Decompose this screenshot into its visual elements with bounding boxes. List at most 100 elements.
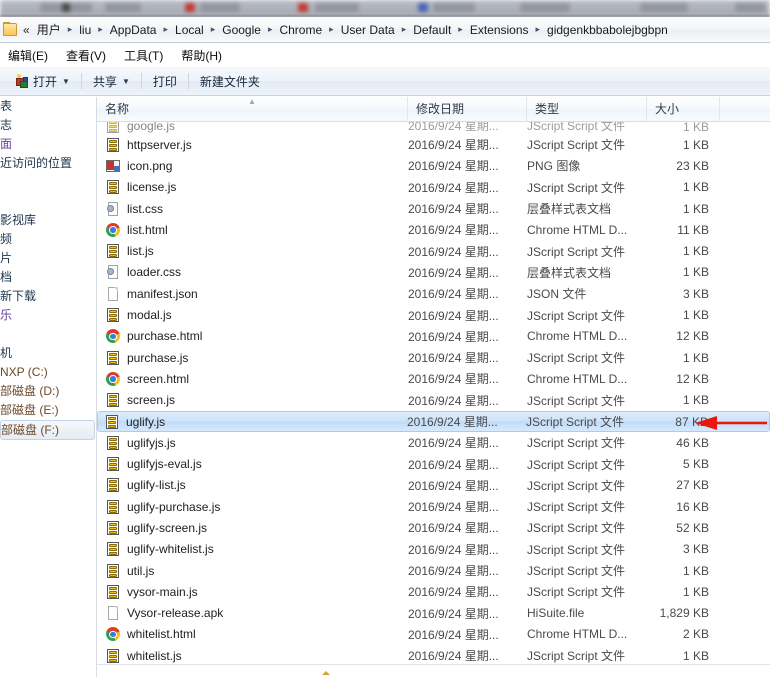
nav-item-5[interactable] [0,192,97,211]
menu-edit[interactable]: 编辑(E) [0,45,56,66]
column-header-type[interactable]: 类型 [527,97,647,122]
breadcrumb-item-9[interactable]: gidgenkbbabolejbgbpn [544,22,671,38]
file-name-label: purchase.html [127,329,203,344]
nav-item-15[interactable]: 部磁盘 (D:) [0,382,97,401]
cell-type: Chrome HTML D... [527,222,628,237]
cell-size: 1 KB [682,265,709,280]
column-header-date[interactable]: 修改日期 [408,97,527,122]
nav-item-14[interactable]: NXP (C:) [0,363,97,382]
breadcrumb-item-5[interactable]: Chrome [276,22,325,38]
cell-date: 2016/9/24 星期... [408,159,499,174]
table-row[interactable]: whitelist.html 2016/9/24 星期... Chrome HTML… [97,624,770,645]
nav-item-13[interactable]: 机 [0,344,97,363]
table-row[interactable]: modal.js 2016/9/24 星期... JScript Script 文件… [97,304,770,325]
breadcrumb-item-8[interactable]: Extensions [467,22,532,38]
table-row[interactable]: list.html 2016/9/24 星期... Chrome HTML D...… [97,219,770,240]
chrome-html-icon [105,328,121,344]
folder-icon [2,22,19,37]
nav-item-7[interactable]: 频 [0,230,97,249]
nav-item-label: 志 [0,118,13,132]
breadcrumb-item-4[interactable]: Google [219,22,264,38]
nav-item-label: 频 [0,232,13,246]
share-button[interactable]: 共享 ▼ [85,70,138,93]
chevron-right-icon-6[interactable]: ▸ [398,24,411,35]
menu-tools[interactable]: 工具(T) [116,45,171,66]
breadcrumb-item-1[interactable]: liu [76,22,94,38]
nav-item-16[interactable]: 部磁盘 (E:) [0,401,97,420]
jscript-file-icon [105,563,121,579]
column-header-name[interactable]: ▲ 名称 [97,97,408,122]
table-row[interactable]: vysor-main.js 2016/9/24 星期... JScript Scri… [97,581,770,602]
chevron-right-icon-1[interactable]: ▸ [94,24,107,35]
chevron-right-icon-5[interactable]: ▸ [325,24,338,35]
table-row[interactable]: manifest.json 2016/9/24 星期... JSON 文件 3 KB [97,283,770,304]
table-row[interactable]: uglify-whitelist.js 2016/9/24 星期... JScrip… [97,539,770,560]
nav-item-10[interactable]: 新下载 [0,287,97,306]
table-row[interactable]: uglify-purchase.js 2016/9/24 星期... JScript… [97,496,770,517]
table-row[interactable]: list.js 2016/9/24 星期... JScript Script 文件 1… [97,240,770,261]
png-image-icon [105,158,121,174]
breadcrumb-overflow-icon[interactable]: « [21,23,34,37]
cell-name: loader.css [97,264,408,280]
chevron-right-icon-7[interactable]: ▸ [454,24,467,35]
nav-item-12[interactable] [0,325,97,344]
nav-item-0[interactable]: 表 [0,97,97,116]
breadcrumb-item-0[interactable]: 用户 [34,20,64,39]
nav-item-3[interactable]: 近访问的位置 [0,154,97,173]
chevron-right-icon-8[interactable]: ▸ [532,24,545,35]
cell-date: 2016/9/24 星期... [408,308,499,323]
cell-size: 27 KB [676,478,709,493]
table-row[interactable]: uglifyjs.js 2016/9/24 星期... JScript Script… [97,432,770,453]
nav-item-4[interactable] [0,173,97,192]
table-row[interactable]: uglifyjs-eval.js 2016/9/24 星期... JScript S… [97,453,770,474]
chevron-down-icon-open[interactable]: ▼ [62,77,70,86]
chevron-down-icon-share[interactable]: ▼ [122,77,130,86]
chevron-right-icon-2[interactable]: ▸ [159,24,172,35]
nav-item-1[interactable]: 志 [0,116,97,135]
table-row[interactable]: httpserver.js 2016/9/24 星期... JScript Scri… [97,134,770,155]
table-row[interactable]: screen.html 2016/9/24 星期... Chrome HTML D.… [97,368,770,389]
table-row[interactable]: uglify-screen.js 2016/9/24 星期... JScript S… [97,517,770,538]
breadcrumb-item-6[interactable]: User Data [338,22,398,38]
cell-type: JScript Script 文件 [527,436,626,451]
chevron-right-icon-3[interactable]: ▸ [207,24,220,35]
table-row[interactable]: Vysor-release.apk 2016/9/24 星期... HiSuite.… [97,603,770,624]
menu-view[interactable]: 查看(V) [58,45,114,66]
table-row[interactable]: purchase.html 2016/9/24 星期... Chrome HTML … [97,326,770,347]
cell-date: 2016/9/24 星期... [408,542,499,557]
nav-item-6[interactable]: 影视库 [0,211,97,230]
table-row[interactable]: list.css 2016/9/24 星期... 层叠样式表文档 1 KB [97,198,770,219]
menu-help[interactable]: 帮助(H) [173,45,230,66]
table-row[interactable]: icon.png 2016/9/24 星期... PNG 图像 23 KB [97,155,770,176]
nav-item-9[interactable]: 档 [0,268,97,287]
open-button[interactable]: 打开 ▼ [6,70,78,93]
table-row[interactable]: license.js 2016/9/24 星期... JScript Script … [97,177,770,198]
cell-type: JScript Script 文件 [526,415,625,429]
breadcrumb-item-7[interactable]: Default [410,22,454,38]
table-row[interactable]: google.js 2016/9/24 星期... JScript Script 文… [97,122,770,134]
nav-item-2[interactable]: 面 [0,135,97,154]
cell-size: 1 KB [682,584,709,599]
cell-name: google.js [97,122,408,134]
column-header-size[interactable]: 大小 [647,97,720,122]
print-button[interactable]: 打印 [145,70,185,93]
chevron-right-icon-0[interactable]: ▸ [64,24,77,35]
cell-size: 23 KB [676,158,709,173]
address-bar[interactable]: « 用户 ▸ liu ▸ AppData ▸ Local ▸ Google ▸ … [0,17,770,43]
breadcrumb-item-2[interactable]: AppData [107,22,160,38]
table-row[interactable]: uglify-list.js 2016/9/24 星期... JScript Scr… [97,475,770,496]
breadcrumb-item-3[interactable]: Local [172,22,207,38]
cell-size: 1 KB [682,308,709,323]
table-row[interactable]: util.js 2016/9/24 星期... JScript Script 文件 1… [97,560,770,581]
nav-item-17[interactable]: 部磁盘 (F:) [0,420,95,440]
nav-item-11[interactable]: 乐 [0,306,97,325]
new-folder-button[interactable]: 新建文件夹 [192,70,268,93]
table-row[interactable]: screen.js 2016/9/24 星期... JScript Script 文… [97,390,770,411]
cell-size: 52 KB [676,520,709,535]
table-row[interactable]: uglify.js 2016/9/24 星期... JScript Script 文… [97,410,770,433]
nav-item-8[interactable]: 片 [0,249,97,268]
table-row[interactable]: loader.css 2016/9/24 星期... 层叠样式表文档 1 KB [97,262,770,283]
chevron-right-icon-4[interactable]: ▸ [264,24,277,35]
table-row[interactable]: purchase.js 2016/9/24 星期... JScript Script… [97,347,770,368]
blurred-browser-tabstrip [0,0,770,16]
